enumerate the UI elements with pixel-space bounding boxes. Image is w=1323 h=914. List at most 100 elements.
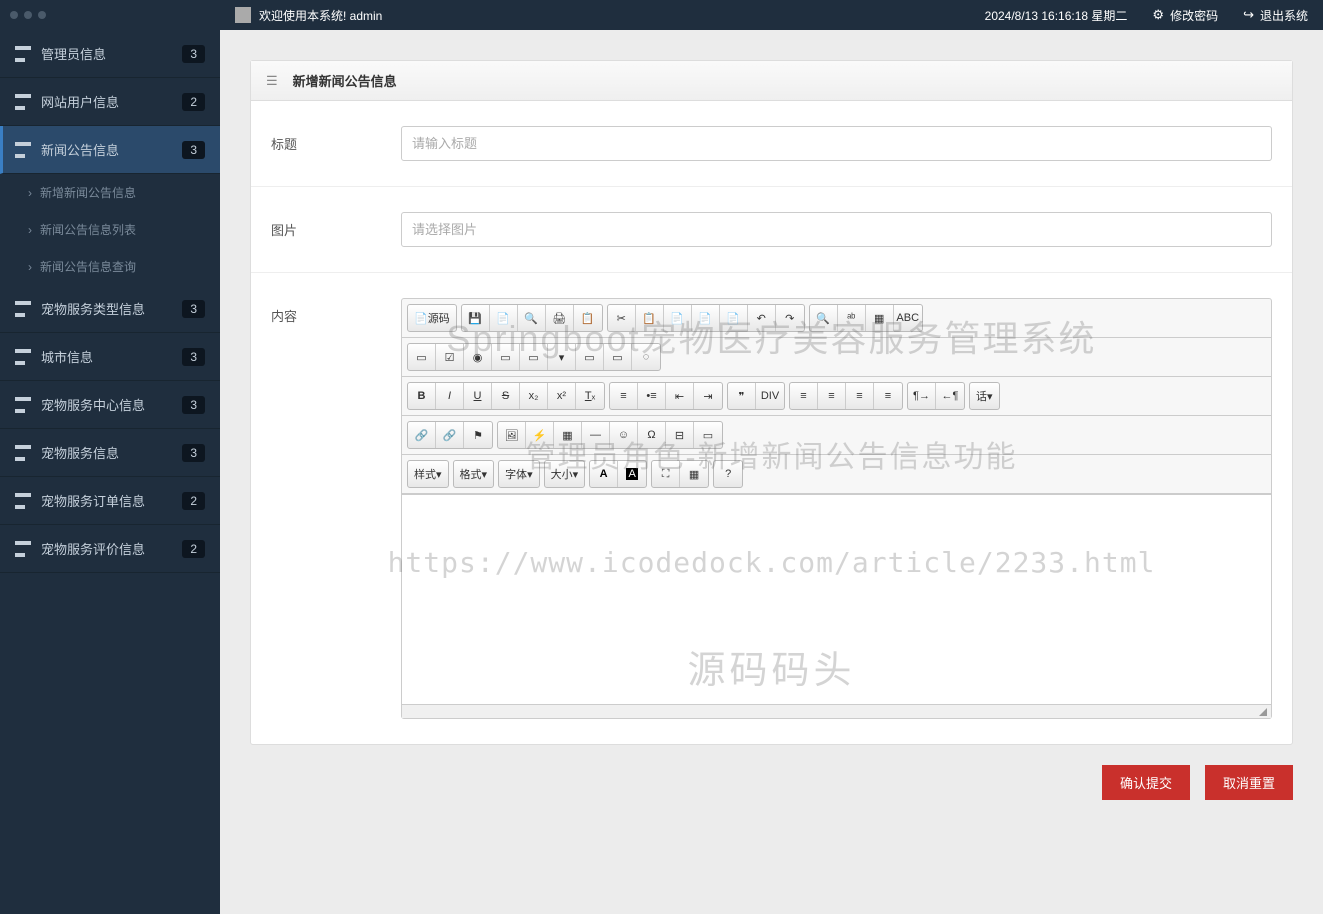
- imagebutton-icon[interactable]: ▭: [604, 344, 632, 370]
- sub-news-list[interactable]: 新闻公告信息列表: [0, 211, 220, 248]
- align-justify-icon[interactable]: ≡: [874, 383, 902, 409]
- grid-icon: [15, 397, 31, 413]
- nav-badge: 3: [182, 300, 205, 318]
- nav-label: 宠物服务订单信息: [41, 491, 182, 510]
- template-icon[interactable]: 📋: [574, 305, 602, 331]
- language-select[interactable]: 话 ▾: [970, 383, 999, 409]
- change-password-link[interactable]: ⚙ 修改密码: [1152, 7, 1218, 24]
- source-button[interactable]: 📄 源码: [408, 305, 456, 331]
- radio-icon[interactable]: ◉: [464, 344, 492, 370]
- checkbox-icon[interactable]: ☑: [436, 344, 464, 370]
- submit-button[interactable]: 确认提交: [1102, 765, 1190, 800]
- copy-icon[interactable]: 📋: [636, 305, 664, 331]
- nav-pet-review[interactable]: 宠物服务评价信息 2: [0, 525, 220, 573]
- spellcheck-icon[interactable]: ABC: [894, 305, 922, 331]
- table-icon[interactable]: ▦: [554, 422, 582, 448]
- nav-admin[interactable]: 管理员信息 3: [0, 30, 220, 78]
- nav-pet-service[interactable]: 宠物服务信息 3: [0, 429, 220, 477]
- nav-pet-center[interactable]: 宠物服务中心信息 3: [0, 381, 220, 429]
- label-image: 图片: [271, 212, 401, 247]
- preview-icon[interactable]: 🔍: [518, 305, 546, 331]
- menu-icon[interactable]: ☰: [266, 73, 278, 89]
- grid-icon: [15, 142, 31, 158]
- maximize-icon[interactable]: ⛶: [652, 461, 680, 487]
- subscript-icon[interactable]: x₂: [520, 383, 548, 409]
- print-icon[interactable]: 🖨: [546, 305, 574, 331]
- nav-news[interactable]: 新闻公告信息 3: [0, 126, 220, 174]
- superscript-icon[interactable]: x²: [548, 383, 576, 409]
- hidden-icon[interactable]: ◌: [632, 344, 660, 370]
- editor-toolbar-3: B I U S x₂ x² Tₓ ≡ •≡: [402, 377, 1271, 416]
- paste-text-icon[interactable]: 📄: [692, 305, 720, 331]
- image-icon[interactable]: 🖼: [498, 422, 526, 448]
- textarea-icon[interactable]: ▭: [520, 344, 548, 370]
- avatar: [235, 7, 251, 23]
- nav-users[interactable]: 网站用户信息 2: [0, 78, 220, 126]
- rtl-icon[interactable]: ←¶: [936, 383, 964, 409]
- outdent-icon[interactable]: ⇤: [666, 383, 694, 409]
- editor-resize-handle[interactable]: [402, 704, 1271, 718]
- specialchar-icon[interactable]: Ω: [638, 422, 666, 448]
- bgcolor-icon[interactable]: A: [618, 461, 646, 487]
- div-icon[interactable]: DIV: [756, 383, 784, 409]
- undo-icon[interactable]: ↶: [748, 305, 776, 331]
- newpage-icon[interactable]: 📄: [490, 305, 518, 331]
- save-icon[interactable]: 💾: [462, 305, 490, 331]
- showblocks-icon[interactable]: ▦: [680, 461, 708, 487]
- paste-icon[interactable]: 📄: [664, 305, 692, 331]
- image-input[interactable]: [401, 212, 1272, 247]
- strike-icon[interactable]: S: [492, 383, 520, 409]
- textcolor-icon[interactable]: A: [590, 461, 618, 487]
- form-icon[interactable]: ▭: [408, 344, 436, 370]
- bulletlist-icon[interactable]: •≡: [638, 383, 666, 409]
- removeformat-icon[interactable]: Tₓ: [576, 383, 604, 409]
- anchor-icon[interactable]: ⚑: [464, 422, 492, 448]
- button-icon[interactable]: ▭: [576, 344, 604, 370]
- paste-word-icon[interactable]: 📄: [720, 305, 748, 331]
- sub-add-news[interactable]: 新增新闻公告信息: [0, 174, 220, 211]
- replace-icon[interactable]: ᵃᵇ: [838, 305, 866, 331]
- selectall-icon[interactable]: ▦: [866, 305, 894, 331]
- italic-icon[interactable]: I: [436, 383, 464, 409]
- about-icon[interactable]: ?: [714, 461, 742, 487]
- redo-icon[interactable]: ↷: [776, 305, 804, 331]
- pagebreak-icon[interactable]: ⊟: [666, 422, 694, 448]
- grid-icon: [15, 301, 31, 317]
- nav-badge: 2: [182, 492, 205, 510]
- align-right-icon[interactable]: ≡: [846, 383, 874, 409]
- editor-body[interactable]: [402, 494, 1271, 704]
- logout-link[interactable]: ↪ 退出系统: [1243, 7, 1308, 24]
- sidebar: 管理员信息 3 网站用户信息 2 新闻公告信息 3 新增新闻公告信息 新闻公告信…: [0, 0, 220, 914]
- hr-icon[interactable]: —: [582, 422, 610, 448]
- iframe-icon[interactable]: ▭: [694, 422, 722, 448]
- style-select[interactable]: 样式 ▾: [408, 461, 448, 487]
- editor-toolbar-4: 🔗 🔗 ⚑ 🖼 ⚡ ▦ — ☺ Ω: [402, 416, 1271, 455]
- unlink-icon[interactable]: 🔗: [436, 422, 464, 448]
- cut-icon[interactable]: ✂: [608, 305, 636, 331]
- editor-toolbar-1: 📄 源码 💾 📄 🔍 🖨 📋 ✂: [402, 299, 1271, 338]
- nav-label: 新闻公告信息: [41, 140, 182, 159]
- flash-icon[interactable]: ⚡: [526, 422, 554, 448]
- format-select[interactable]: 格式 ▾: [454, 461, 494, 487]
- align-left-icon[interactable]: ≡: [790, 383, 818, 409]
- cancel-button[interactable]: 取消重置: [1205, 765, 1293, 800]
- ltr-icon[interactable]: ¶→: [908, 383, 936, 409]
- nav-city[interactable]: 城市信息 3: [0, 333, 220, 381]
- select-icon[interactable]: ▾: [548, 344, 576, 370]
- size-select[interactable]: 大小 ▾: [545, 461, 585, 487]
- blockquote-icon[interactable]: ❞: [728, 383, 756, 409]
- title-input[interactable]: [401, 126, 1272, 161]
- sub-news-search[interactable]: 新闻公告信息查询: [0, 248, 220, 285]
- nav-pet-type[interactable]: 宠物服务类型信息 3: [0, 285, 220, 333]
- find-icon[interactable]: 🔍: [810, 305, 838, 331]
- bold-icon[interactable]: B: [408, 383, 436, 409]
- link-icon[interactable]: 🔗: [408, 422, 436, 448]
- align-center-icon[interactable]: ≡: [818, 383, 846, 409]
- underline-icon[interactable]: U: [464, 383, 492, 409]
- indent-icon[interactable]: ⇥: [694, 383, 722, 409]
- nav-pet-order[interactable]: 宠物服务订单信息 2: [0, 477, 220, 525]
- font-select[interactable]: 字体 ▾: [499, 461, 539, 487]
- smiley-icon[interactable]: ☺: [610, 422, 638, 448]
- textfield-icon[interactable]: ▭: [492, 344, 520, 370]
- numberlist-icon[interactable]: ≡: [610, 383, 638, 409]
